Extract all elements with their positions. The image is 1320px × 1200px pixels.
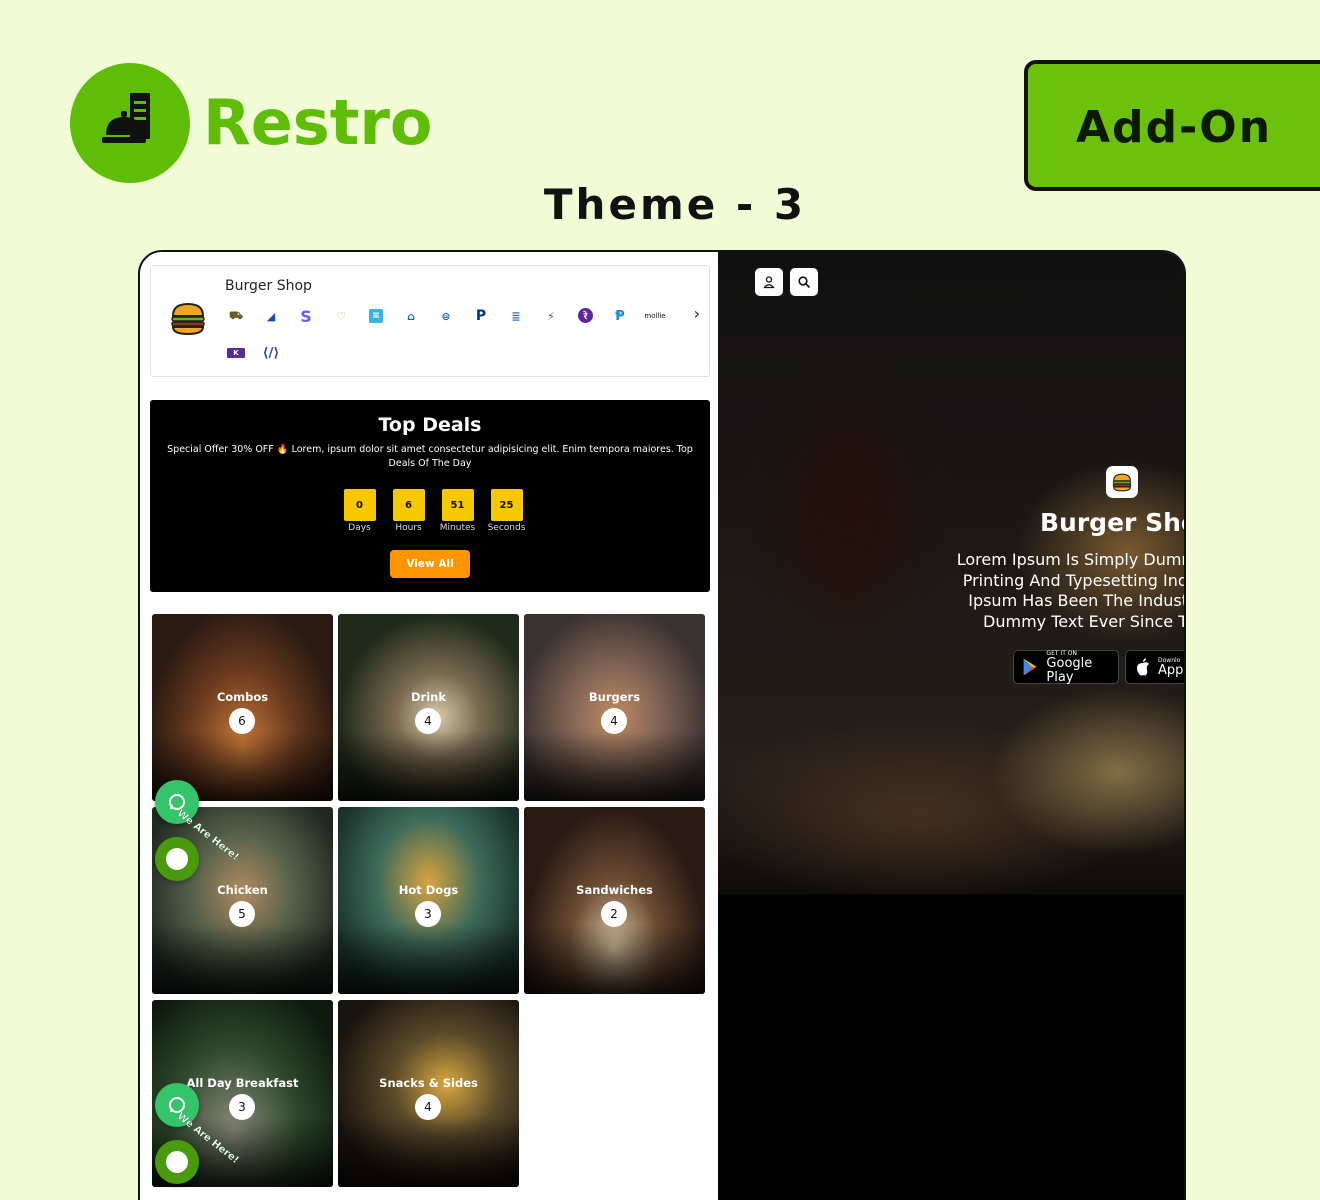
category-tile-burgers[interactable]: Burgers 4 bbox=[524, 614, 705, 801]
category-tile-sandwiches[interactable]: Sandwiches 2 bbox=[524, 807, 705, 994]
search-button[interactable] bbox=[790, 268, 818, 296]
countdown-minutes: 51 Minutes bbox=[437, 489, 478, 533]
search-icon bbox=[798, 276, 811, 289]
category-count: 3 bbox=[415, 901, 441, 927]
khalti-icon[interactable]: K bbox=[227, 348, 245, 358]
paypal-icon[interactable]: P bbox=[470, 307, 492, 325]
hero-description: Lorem Ipsum Is Simply Dumr Printing And … bbox=[918, 550, 1186, 632]
chat-button[interactable] bbox=[155, 1140, 199, 1184]
category-name: Snacks & Sides bbox=[379, 1076, 478, 1090]
hero-shop-name: Burger Sho bbox=[1040, 508, 1186, 537]
chat-button[interactable] bbox=[155, 837, 199, 881]
countdown-hours: 6 Hours bbox=[388, 489, 429, 533]
countdown-seconds: 25 Seconds bbox=[486, 489, 527, 533]
shop-logo-icon bbox=[1106, 466, 1138, 498]
hero-description-line: Dummy Text Ever Since T bbox=[983, 611, 1186, 631]
category-count: 2 bbox=[601, 901, 627, 927]
countdown-label: Minutes bbox=[439, 523, 476, 533]
restaurant-icon bbox=[102, 93, 150, 143]
google-play-icon bbox=[1023, 658, 1037, 676]
countdown-label: Seconds bbox=[487, 523, 526, 533]
skrill-icon[interactable]: ≣ bbox=[505, 307, 527, 325]
midtrans-icon[interactable]: ⟨/⟩ bbox=[260, 344, 282, 362]
view-all-button[interactable]: View All bbox=[390, 550, 470, 578]
whatsapp-icon bbox=[169, 794, 185, 810]
countdown-value: 25 bbox=[490, 489, 523, 521]
right-panel: Burger Sho Lorem Ipsum Is Simply Dumr Pr… bbox=[718, 252, 1186, 1200]
category-grid: Combos 6 Drink 4 Burgers 4 Chicken 5 Hot… bbox=[152, 614, 708, 1187]
user-icon bbox=[763, 276, 775, 289]
payfast-icon[interactable]: ⚡ bbox=[540, 307, 562, 325]
paiement-pro-icon[interactable]: Ᵽ bbox=[609, 307, 631, 325]
category-tile-snacks-sides[interactable]: Snacks & Sides 4 bbox=[338, 1000, 519, 1187]
theme-title: Theme - 3 bbox=[543, 180, 807, 229]
category-count: 4 bbox=[415, 708, 441, 734]
deals-description: Special Offer 30% OFF 🔥 Lorem, ipsum dol… bbox=[167, 444, 693, 469]
mercado-icon[interactable]: ⌂ bbox=[400, 307, 422, 325]
category-name: Sandwiches bbox=[576, 883, 653, 897]
whatsapp-icon bbox=[169, 1097, 185, 1113]
category-name: Chicken bbox=[217, 883, 268, 897]
shop-name: Burger Shop bbox=[225, 278, 312, 294]
brand-name: Restro bbox=[203, 86, 433, 159]
shop-card: Burger Shop ⛟ ◢ S ♡ ≡ ⌂ ⊜ P ≣ ⚡ रे Ᵽ mol… bbox=[150, 265, 710, 377]
burger-icon bbox=[170, 302, 206, 340]
countdown-value: 0 bbox=[343, 489, 376, 521]
top-deals-banner: Top Deals Special Offer 30% OFF 🔥 Lorem,… bbox=[150, 400, 710, 592]
category-tile-combos[interactable]: Combos 6 bbox=[152, 614, 333, 801]
countdown-days: 0 Days bbox=[339, 489, 380, 533]
device-frame: Burger Shop ⛟ ◢ S ♡ ≡ ⌂ ⊜ P ≣ ⚡ रे Ᵽ mol… bbox=[138, 250, 1186, 1200]
user-button[interactable] bbox=[755, 268, 783, 296]
phonepe-icon[interactable]: रे bbox=[578, 308, 593, 323]
category-count: 3 bbox=[229, 1094, 255, 1120]
google-play-button[interactable]: GET IT ON Google Play bbox=[1013, 650, 1119, 684]
chevron-right-icon[interactable]: › bbox=[694, 304, 700, 323]
add-on-badge: Add-On bbox=[1024, 60, 1320, 191]
category-count: 4 bbox=[415, 1094, 441, 1120]
restro-logo bbox=[70, 63, 190, 183]
apple-icon bbox=[1137, 658, 1149, 676]
chat-icon bbox=[166, 1151, 188, 1173]
paytabs-icon[interactable]: ⊜ bbox=[435, 307, 457, 325]
left-panel: Burger Shop ⛟ ◢ S ♡ ≡ ⌂ ⊜ P ≣ ⚡ रे Ᵽ mol… bbox=[140, 252, 718, 1200]
hero-description-line: Ipsum Has Been The Indust bbox=[968, 591, 1186, 610]
chat-icon bbox=[166, 848, 188, 870]
deals-title: Top Deals bbox=[378, 414, 482, 436]
category-name: Drink bbox=[411, 690, 446, 704]
category-tile-drink[interactable]: Drink 4 bbox=[338, 614, 519, 801]
mollie-icon[interactable]: mollie bbox=[644, 307, 666, 325]
countdown-timer: 0 Days 6 Hours 51 Minutes 25 Seconds bbox=[339, 489, 527, 533]
countdown-value: 51 bbox=[441, 489, 474, 521]
category-count: 4 bbox=[601, 708, 627, 734]
category-name: Combos bbox=[216, 690, 269, 704]
countdown-label: Days bbox=[348, 523, 371, 533]
hero-description-line: Lorem Ipsum Is Simply Dumr bbox=[956, 550, 1186, 569]
app-store-label: App bbox=[1158, 662, 1184, 678]
add-on-label: Add-On bbox=[1076, 102, 1273, 153]
countdown-label: Hours bbox=[395, 523, 422, 533]
paystack-icon[interactable]: ≡ bbox=[369, 309, 383, 323]
category-tile-hot-dogs[interactable]: Hot Dogs 3 bbox=[338, 807, 519, 994]
google-play-label: Google Play bbox=[1046, 655, 1093, 685]
stripe-icon[interactable]: S bbox=[295, 307, 317, 326]
flutterwave-icon[interactable]: ♡ bbox=[330, 307, 352, 325]
category-name: Hot Dogs bbox=[398, 883, 459, 897]
deliveroo-icon[interactable]: ⛟ bbox=[225, 307, 247, 325]
payment-methods-row-2: K ⟨/⟩ bbox=[225, 344, 282, 362]
category-name: Burgers bbox=[588, 690, 641, 704]
category-tile-chicken[interactable]: Chicken 5 bbox=[152, 807, 333, 994]
payment-methods: ⛟ ◢ S ♡ ≡ ⌂ ⊜ P ≣ ⚡ रे Ᵽ mollie bbox=[225, 307, 666, 326]
category-count: 6 bbox=[229, 708, 255, 734]
category-count: 5 bbox=[229, 901, 255, 927]
hero-description-line: Printing And Typesetting Ind bbox=[962, 570, 1186, 590]
app-store-button[interactable]: Downlo App bbox=[1125, 650, 1184, 684]
razorpay-icon[interactable]: ◢ bbox=[260, 307, 282, 325]
countdown-value: 6 bbox=[392, 489, 425, 521]
